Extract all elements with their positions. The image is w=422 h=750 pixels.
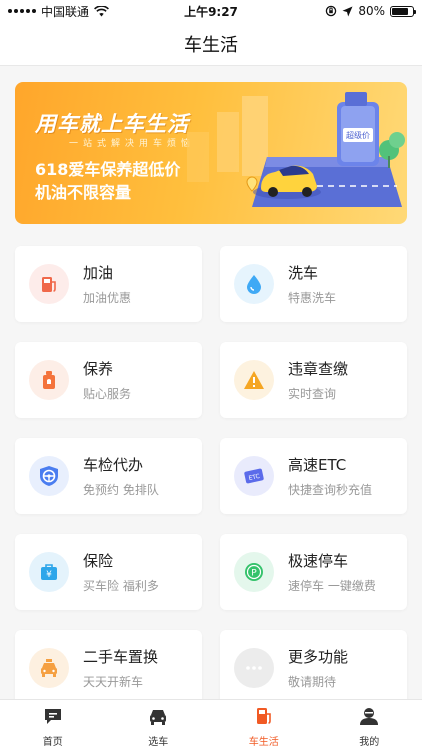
service-subtitle: 快捷查询秒充值 [288, 482, 373, 497]
service-text: 违章查缴 实时查询 [288, 359, 348, 402]
water-drop-icon [234, 264, 274, 304]
service-card[interactable]: 加油 加油优惠 [15, 246, 202, 322]
service-subtitle: 天天开新车 [83, 674, 144, 689]
service-text: 极速停车 速停车 一键缴费 [288, 551, 376, 594]
gas-station-icon [253, 706, 275, 730]
service-card[interactable]: 保养 贴心服务 [15, 342, 202, 418]
signal-icon [8, 9, 36, 13]
service-title: 加油 [83, 263, 114, 282]
service-subtitle: 买车险 福利多 [83, 578, 159, 593]
service-title: 更多功能 [288, 647, 349, 666]
service-card[interactable]: 更多功能 敬请期待 [220, 630, 407, 706]
service-text: 洗车 特惠洗车 [288, 263, 336, 306]
service-text: 高速ETC 快捷查询秒充值 [288, 455, 372, 498]
service-title: 保险 [83, 551, 114, 570]
chat-bubble-icon [42, 706, 64, 730]
car-front-icon [147, 706, 169, 730]
banner-promo-line2: 机油不限容量 [35, 183, 132, 202]
service-subtitle: 实时查询 [288, 386, 337, 401]
service-card[interactable]: ETC 高速ETC 快捷查询秒充值 [220, 438, 407, 514]
svg-text:¥: ¥ [46, 570, 52, 580]
tab-item[interactable]: 选车 [106, 700, 212, 750]
service-card[interactable]: P 极速停车 速停车 一键缴费 [220, 534, 407, 610]
service-subtitle: 贴心服务 [83, 386, 132, 401]
service-subtitle: 速停车 一键缴费 [288, 578, 376, 593]
fuel-pump-icon [29, 264, 69, 304]
tab-item[interactable]: 首页 [0, 700, 106, 750]
svg-text:P: P [251, 569, 257, 579]
service-text: 车检代办 免预约 免排队 [83, 455, 159, 498]
steering-shield-icon [29, 456, 69, 496]
service-title: 车检代办 [83, 455, 144, 474]
tab-item[interactable]: 我的 [317, 700, 422, 750]
service-title: 违章查缴 [288, 359, 349, 378]
service-text: 保险 买车险 福利多 [83, 551, 159, 594]
service-text: 更多功能 敬请期待 [288, 647, 348, 690]
status-right: 80% [325, 4, 416, 18]
tab-label: 车生活 [248, 737, 279, 748]
status-bar: 中国联通 上午9:27 80% [0, 0, 422, 22]
etc-card-icon: ETC [234, 456, 274, 496]
service-subtitle: 免预约 免排队 [83, 482, 159, 497]
service-text: 保养 贴心服务 [83, 359, 131, 402]
more-icon [234, 648, 274, 688]
warning-icon [234, 360, 274, 400]
service-card[interactable]: 违章查缴 实时查询 [220, 342, 407, 418]
bottle-label: 超级价 [346, 130, 370, 140]
service-card[interactable]: 二手车置换 天天开新车 [15, 630, 202, 706]
service-card[interactable]: 洗车 特惠洗车 [220, 246, 407, 322]
promo-banner[interactable]: 用车就上车生活 一站式解决用车烦恼 618爱车保养超低价 机油不限容量 超级价 [15, 82, 407, 224]
service-text: 二手车置换 天天开新车 [83, 647, 158, 690]
insurance-bag-icon: ¥ [29, 552, 69, 592]
carrier-label: 中国联通 [41, 4, 90, 19]
tab-item[interactable]: 车生活 [211, 700, 317, 750]
tab-bar: 首页 选车 车生活 我的 [0, 699, 422, 750]
service-title: 高速ETC [288, 455, 347, 474]
taxi-icon [29, 648, 69, 688]
location-arrow-icon [342, 6, 353, 16]
battery-icon [390, 5, 416, 17]
service-subtitle: 特惠洗车 [288, 290, 337, 305]
parking-icon: P [234, 552, 274, 592]
rotation-lock-icon [326, 5, 337, 17]
wifi-icon [94, 5, 109, 16]
battery-percent: 80% [358, 4, 385, 18]
service-title: 保养 [83, 359, 114, 378]
service-title: 极速停车 [288, 551, 349, 570]
service-subtitle: 敬请期待 [288, 674, 337, 689]
tab-label: 首页 [42, 737, 63, 748]
tab-label: 选车 [148, 737, 169, 748]
user-icon [358, 706, 380, 730]
oil-can-icon [29, 360, 69, 400]
banner-illustration: 超级价 [187, 92, 405, 207]
service-text: 加油 加油优惠 [83, 263, 131, 306]
service-grid: 加油 加油优惠 洗车 特惠洗车 保养 贴心服务 违章查缴 实时查询 车检代办 免… [15, 246, 407, 706]
status-left: 中国联通 [8, 3, 109, 20]
service-title: 洗车 [288, 263, 319, 282]
service-card[interactable]: ¥ 保险 买车险 福利多 [15, 534, 202, 610]
service-card[interactable]: 车检代办 免预约 免排队 [15, 438, 202, 514]
service-title: 二手车置换 [83, 647, 159, 666]
nav-bar: 车生活 [0, 22, 422, 66]
service-subtitle: 加油优惠 [83, 290, 132, 305]
tab-label: 我的 [359, 737, 380, 748]
page-title: 车生活 [184, 34, 238, 56]
